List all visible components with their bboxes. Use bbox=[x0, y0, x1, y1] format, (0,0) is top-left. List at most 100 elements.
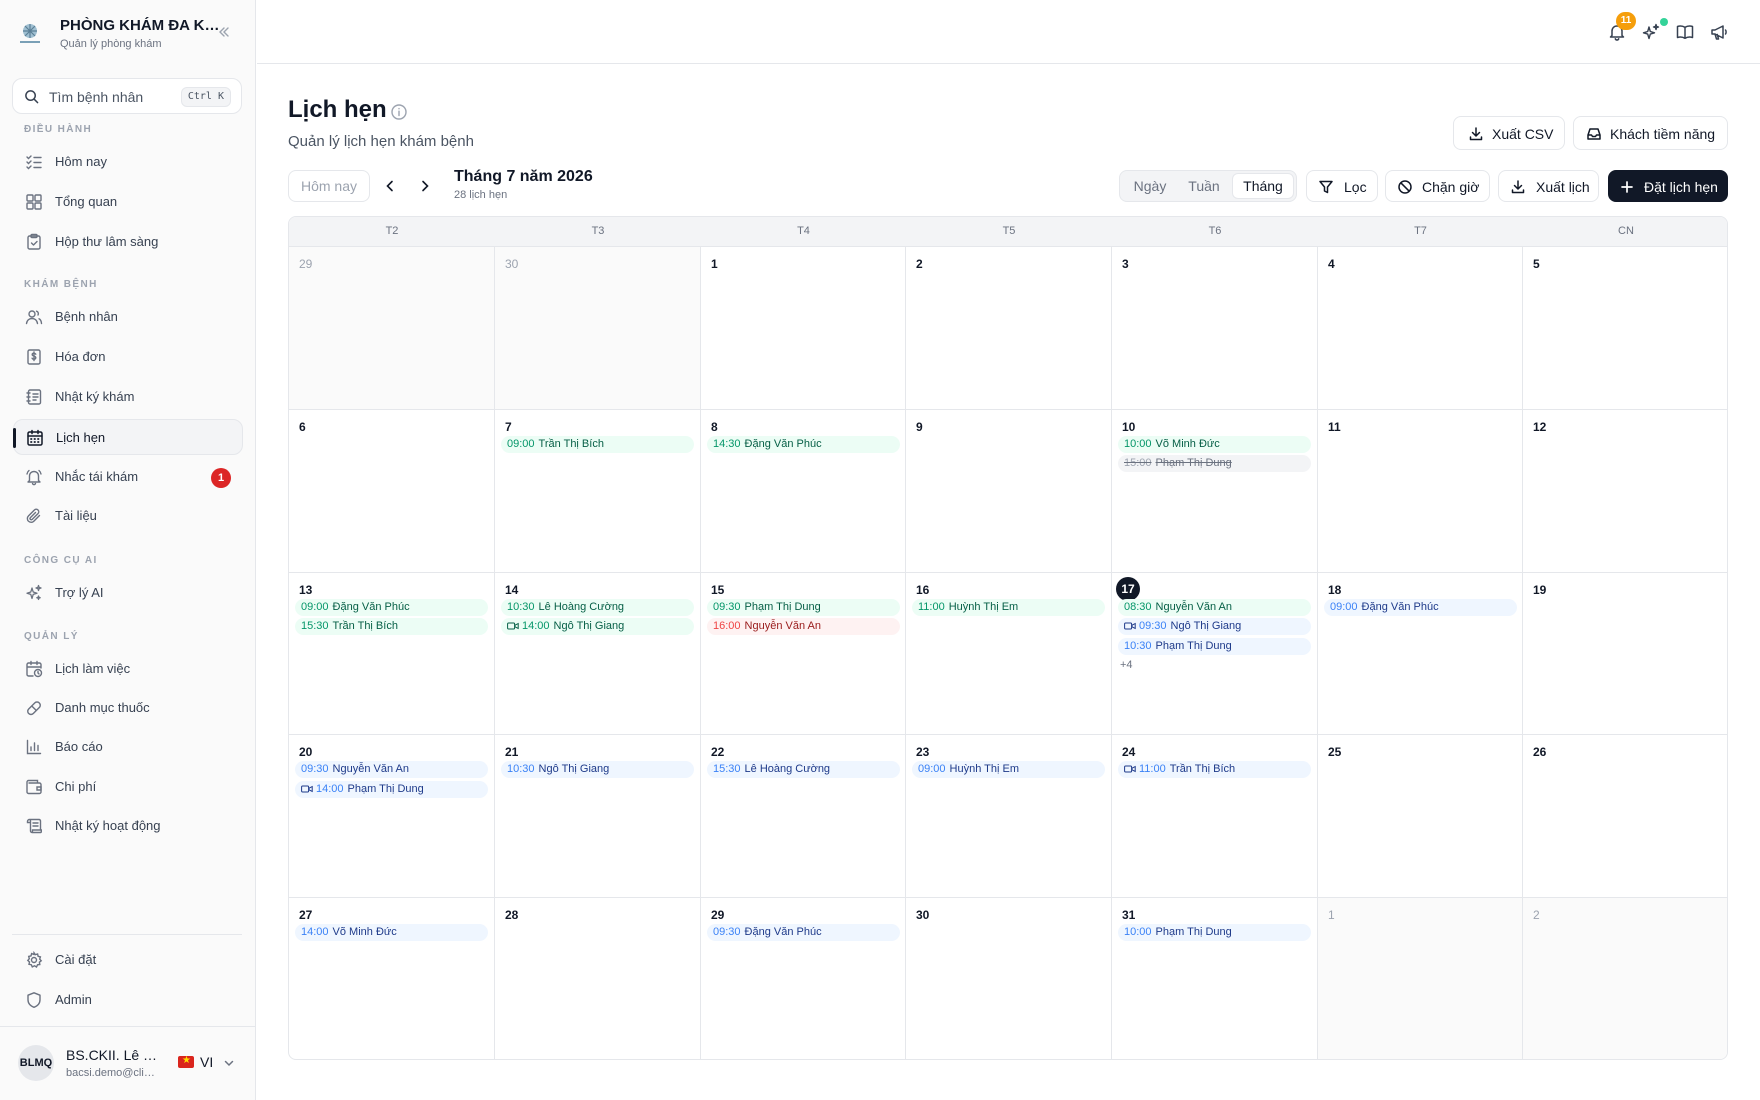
calendar-day-cell[interactable]: 20 09:30 Nguyễn Văn An 14:00 Phạm Thị Dung bbox=[289, 735, 495, 899]
appointment-chip[interactable]: 10:00 Phạm Thị Dung bbox=[1118, 924, 1311, 942]
calendar-day-cell[interactable]: 28 bbox=[495, 898, 701, 1059]
appointment-chip[interactable]: 14:00 Phạm Thị Dung bbox=[295, 780, 488, 798]
appointment-chip[interactable]: 15:30 Trần Thị Bích bbox=[295, 618, 488, 636]
calendar-day-cell[interactable]: 12 bbox=[1523, 410, 1727, 573]
sidebar-item-today[interactable]: Hôm nay bbox=[13, 144, 243, 180]
today-button[interactable]: Hôm nay bbox=[288, 170, 370, 202]
patient-search[interactable]: Tìm bệnh nhân Ctrl K bbox=[12, 78, 242, 114]
appointment-chip[interactable]: 16:00 Nguyễn Văn An bbox=[707, 618, 900, 636]
calendar-day-cell[interactable]: 19 bbox=[1523, 573, 1727, 736]
calendar-day-cell[interactable]: 4 bbox=[1318, 247, 1523, 410]
sidebar-item-work-schedule[interactable]: Lịch làm việc bbox=[13, 651, 243, 687]
calendar-day-cell[interactable]: 21 10:30 Ngô Thị Giang bbox=[495, 735, 701, 899]
calendar-day-cell[interactable]: 5 bbox=[1523, 247, 1727, 410]
calendar-day-cell[interactable]: 27 14:00 Võ Minh Đức bbox=[289, 898, 495, 1059]
calendar-day-cell[interactable]: 29 bbox=[289, 247, 495, 410]
appointment-chip[interactable]: 09:30 Phạm Thị Dung bbox=[707, 598, 900, 616]
calendar-day-cell[interactable]: 30 bbox=[906, 898, 1112, 1059]
sidebar-item-patients[interactable]: Bệnh nhân bbox=[13, 299, 243, 335]
language-selector[interactable]: ★ VI bbox=[178, 1053, 238, 1073]
sidebar-item-clinical-inbox[interactable]: Hộp thư lâm sàng bbox=[13, 224, 243, 260]
calendar-day-cell[interactable]: 8 14:30 Đặng Văn Phúc bbox=[701, 409, 906, 573]
calendar-day-cell[interactable]: 6 bbox=[289, 409, 495, 573]
sidebar-item-exam-log[interactable]: Nhật ký khám bbox=[13, 379, 243, 415]
calendar-day-cell[interactable]: 14 10:30 Lê Hoàng Cường 14:00 Ngô Thị Giang bbox=[495, 572, 701, 736]
calendar-day-cell[interactable]: 11 bbox=[1318, 409, 1523, 573]
sidebar-item-invoices[interactable]: Hóa đơn bbox=[13, 339, 243, 375]
calendar-day-cell[interactable]: 1 bbox=[701, 247, 906, 410]
export-calendar-button[interactable]: Xuất lịch bbox=[1498, 170, 1599, 202]
sidebar-item-settings[interactable]: Cài đặt bbox=[13, 942, 243, 978]
calendar-day-cell[interactable]: 1 bbox=[1318, 898, 1523, 1059]
appointment-chip[interactable]: 10:30 Phạm Thị Dung bbox=[1118, 637, 1311, 655]
sidebar-item-activity-log[interactable]: Nhật ký hoạt động bbox=[13, 808, 243, 844]
appointment-time: 09:00 bbox=[301, 600, 329, 613]
sidebar-item-label: Lịch hẹn bbox=[56, 430, 106, 445]
user-profile[interactable]: BLMQ BS.CKII. Lê Minh Quân bacsi.demo@cl… bbox=[0, 1026, 256, 1100]
sidebar-item-drug-catalog[interactable]: Danh mục thuốc bbox=[13, 690, 243, 726]
sidebar-item-ai-assistant[interactable]: Trợ lý AI bbox=[13, 575, 243, 611]
export-csv-button[interactable]: Xuất CSV bbox=[1453, 116, 1565, 150]
calendar-day-cell[interactable]: 10 10:00 Võ Minh Đức 15:00 Phạm Thị Dung bbox=[1112, 409, 1318, 573]
guide-book-icon[interactable] bbox=[1675, 22, 1695, 42]
calendar-day-cell[interactable]: 15 09:30 Phạm Thị Dung 16:00 Nguyễn Văn An bbox=[701, 572, 906, 736]
calendar-day-cell[interactable]: 26 bbox=[1523, 735, 1727, 899]
appointment-chip[interactable]: 14:30 Đặng Văn Phúc bbox=[707, 435, 900, 453]
brand[interactable]: PHÒNG KHÁM ĐA KHOA Quản lý phòng khám bbox=[16, 14, 246, 56]
calendar-day-cell[interactable]: 7 09:00 Trần Thị Bích bbox=[495, 409, 701, 573]
appointment-chip[interactable]: 09:30 Nguyễn Văn An bbox=[295, 761, 488, 779]
view-month-tab[interactable]: Tháng bbox=[1232, 173, 1294, 199]
appointment-chip[interactable]: 09:00 Đặng Văn Phúc bbox=[295, 598, 488, 616]
appointment-chip[interactable]: 09:00 Huỳnh Thị Em bbox=[912, 761, 1105, 779]
sidebar-item-follow-up-reminders[interactable]: Nhắc tái khám 1 bbox=[13, 459, 243, 495]
ai-sparkles-icon[interactable] bbox=[1641, 22, 1661, 42]
view-day-tab[interactable]: Ngày bbox=[1124, 173, 1176, 199]
appointment-chip[interactable]: 09:30 Ngô Thị Giang bbox=[1118, 618, 1311, 636]
sidebar-item-appointments[interactable]: Lịch hẹn bbox=[13, 419, 243, 455]
calendar-day-cell[interactable]: 3 bbox=[1112, 247, 1318, 410]
info-icon[interactable] bbox=[390, 103, 408, 121]
calendar-day-cell[interactable]: 25 bbox=[1318, 735, 1523, 899]
calendar-day-cell[interactable]: 23 09:00 Huỳnh Thị Em bbox=[906, 735, 1112, 899]
appointment-chip[interactable]: 09:30 Đặng Văn Phúc bbox=[707, 924, 900, 942]
appointment-chip[interactable]: 15:30 Lê Hoàng Cường bbox=[707, 761, 900, 779]
calendar-day-cell[interactable]: 17 08:30 Nguyễn Văn An 09:30 Ngô Thị Giang 10… bbox=[1112, 572, 1318, 736]
sidebar-item-reports[interactable]: Báo cáo bbox=[13, 729, 243, 765]
appointment-chip[interactable]: 11:00 Huỳnh Thị Em bbox=[912, 598, 1105, 616]
view-week-tab[interactable]: Tuần bbox=[1178, 173, 1230, 199]
chevron-right-icon[interactable] bbox=[416, 177, 434, 195]
appointment-chip[interactable]: 14:00 Ngô Thị Giang bbox=[501, 618, 694, 636]
calendar-day-cell[interactable]: 2 bbox=[1523, 898, 1727, 1059]
sidebar-item-admin[interactable]: Admin bbox=[13, 982, 243, 1018]
leads-button[interactable]: Khách tiềm năng bbox=[1573, 116, 1728, 150]
book-appointment-button[interactable]: Đặt lịch hẹn bbox=[1608, 170, 1728, 202]
announcement-megaphone-icon[interactable] bbox=[1709, 22, 1729, 42]
appointment-chip[interactable]: 08:30 Nguyễn Văn An bbox=[1118, 598, 1311, 616]
calendar-day-cell[interactable]: 24 11:00 Trần Thị Bích bbox=[1112, 735, 1318, 899]
calendar-day-cell[interactable]: 16 11:00 Huỳnh Thị Em bbox=[906, 572, 1112, 736]
sidebar-item-overview[interactable]: Tổng quan bbox=[13, 184, 243, 220]
calendar-day-cell[interactable]: 2 bbox=[906, 247, 1112, 410]
chevron-left-icon[interactable] bbox=[381, 177, 399, 195]
calendar-day-cell[interactable]: 18 09:00 Đặng Văn Phúc bbox=[1318, 572, 1523, 736]
block-time-button[interactable]: Chặn giờ bbox=[1385, 170, 1490, 202]
appointment-chip[interactable]: 09:00 Trần Thị Bích bbox=[501, 435, 694, 453]
collapse-sidebar-icon[interactable] bbox=[216, 24, 232, 40]
calendar-day-cell[interactable]: 22 15:30 Lê Hoàng Cường bbox=[701, 735, 906, 899]
appointment-chip[interactable]: 10:30 Lê Hoàng Cường bbox=[501, 598, 694, 616]
calendar-day-cell[interactable]: 30 bbox=[495, 247, 701, 410]
sidebar-item-documents[interactable]: Tài liệu bbox=[13, 498, 243, 534]
sidebar-item-expenses[interactable]: Chi phí bbox=[13, 769, 243, 805]
filter-button[interactable]: Lọc bbox=[1306, 170, 1378, 202]
calendar-day-cell[interactable]: 29 09:30 Đặng Văn Phúc bbox=[701, 898, 906, 1059]
appointment-chip[interactable]: 15:00 Phạm Thị Dung bbox=[1118, 455, 1311, 473]
appointment-chip[interactable]: 10:00 Võ Minh Đức bbox=[1118, 435, 1311, 453]
calendar-day-cell[interactable]: 13 09:00 Đặng Văn Phúc 15:30 Trần Thị Bích bbox=[289, 572, 495, 736]
more-appointments-link[interactable]: +4 bbox=[1120, 659, 1133, 671]
calendar-day-cell[interactable]: 31 10:00 Phạm Thị Dung bbox=[1112, 898, 1318, 1059]
appointment-chip[interactable]: 09:00 Đặng Văn Phúc bbox=[1324, 598, 1517, 616]
appointment-chip[interactable]: 14:00 Võ Minh Đức bbox=[295, 924, 488, 942]
appointment-chip[interactable]: 10:30 Ngô Thị Giang bbox=[501, 761, 694, 779]
appointment-chip[interactable]: 11:00 Trần Thị Bích bbox=[1118, 761, 1311, 779]
calendar-day-cell[interactable]: 9 bbox=[906, 409, 1112, 573]
